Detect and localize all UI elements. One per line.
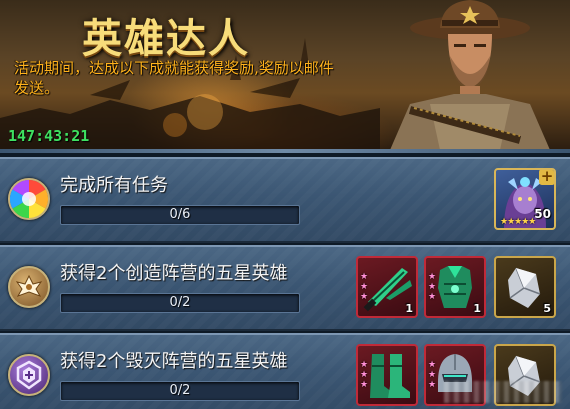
- hero-level: 50: [534, 207, 551, 221]
- event-title: 英雄达人: [82, 16, 250, 62]
- task-row-complete-all[interactable]: 完成所有任务 0/6 + 50 ★★★★★: [0, 157, 570, 243]
- watermark-overlay: [444, 381, 562, 403]
- task-label: 获得2个毁灭阵营的五星英雄: [60, 351, 288, 372]
- hero-star-rating: ★★★★★: [500, 217, 536, 227]
- progress-text: 0/6: [169, 207, 191, 222]
- item-count: 1: [473, 302, 481, 315]
- destruction-faction-emblem-icon: [8, 354, 50, 396]
- star-rating: ★ ★ ★: [360, 272, 369, 302]
- star-rating: ★ ★ ★: [428, 272, 437, 302]
- progress-text: 0/2: [169, 383, 191, 398]
- banner-divider: [0, 149, 570, 153]
- item-count: 5: [543, 302, 551, 315]
- star-rating: ★ ★ ★: [428, 360, 437, 390]
- reward-crystal-shard[interactable]: 5: [494, 256, 556, 318]
- event-banner: 英雄达人 活动期间，达成以下成就能获得奖励,奖励以邮件发送。 147:43:21: [0, 0, 570, 150]
- creation-faction-emblem-icon: [8, 266, 50, 308]
- hero-portrait-art: [390, 0, 550, 150]
- star-rating: ★ ★ ★: [360, 360, 369, 390]
- task-label: 获得2个创造阵营的五星英雄: [60, 263, 288, 284]
- reward-boots-shard[interactable]: ★ ★ ★: [356, 344, 418, 406]
- item-count: 1: [405, 302, 413, 315]
- reward-armor-shard[interactable]: ★ ★ ★ 1: [424, 256, 486, 318]
- color-wheel-icon: [8, 178, 50, 220]
- task-label: 完成所有任务: [60, 175, 168, 196]
- reward-weapon-shard[interactable]: ★ ★ ★ 1: [356, 256, 418, 318]
- task-progress-bar: 0/2: [60, 381, 300, 401]
- task-progress-bar: 0/6: [60, 205, 300, 225]
- add-plus-icon: +: [539, 168, 554, 185]
- event-description: 活动期间，达成以下成就能获得奖励,奖励以邮件发送。: [14, 59, 334, 97]
- countdown-timer: 147:43:21: [8, 127, 90, 145]
- task-row-creation-heroes[interactable]: 获得2个创造阵营的五星英雄 0/2 ★ ★ ★ 1 ★ ★ ★ 1 5: [0, 245, 570, 331]
- task-progress-bar: 0/2: [60, 293, 300, 313]
- progress-text: 0/2: [169, 295, 191, 310]
- reward-hero-portrait[interactable]: + 50 ★★★★★: [494, 168, 556, 230]
